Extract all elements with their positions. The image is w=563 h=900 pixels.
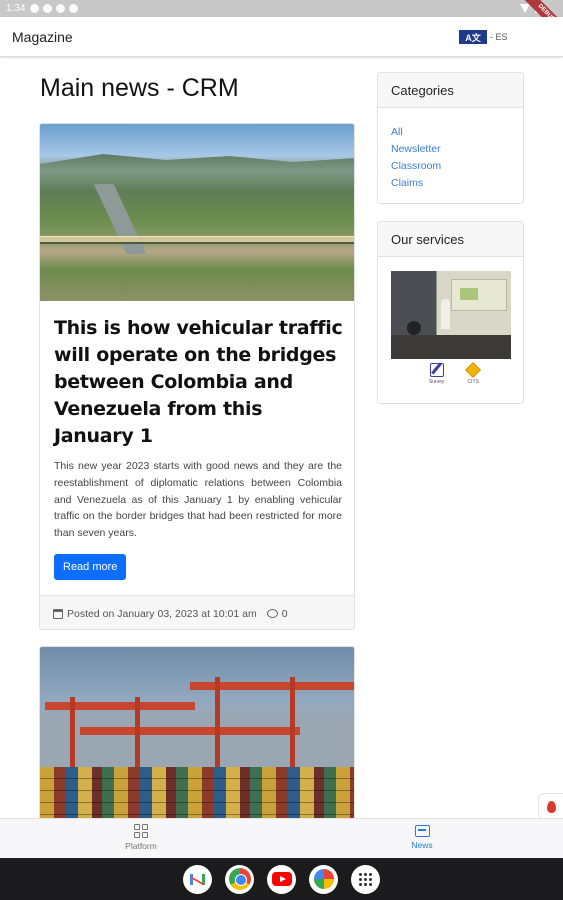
app-bar: Magazine A文 - ES xyxy=(0,17,563,57)
article-headline[interactable]: This is how vehicular traffic will opera… xyxy=(54,315,344,450)
wifi-icon xyxy=(520,3,530,13)
crane-shape xyxy=(135,697,140,772)
youtube-icon[interactable] xyxy=(267,864,296,894)
photos-icon[interactable] xyxy=(309,864,338,894)
bridge-shape xyxy=(40,236,354,244)
gmail-icon[interactable] xyxy=(183,864,212,894)
comment-count: 0 xyxy=(281,607,288,620)
notification-icons xyxy=(30,4,79,13)
fire-icon xyxy=(546,801,556,813)
desk-shape xyxy=(391,335,511,359)
platform-icon xyxy=(134,824,148,838)
page-title: Main news - CRM xyxy=(40,74,239,102)
article-image[interactable] xyxy=(40,647,354,825)
service-cits[interactable]: CITS xyxy=(465,362,482,385)
nav-label: News xyxy=(411,840,433,850)
app-screen: 1:34 DEBUG Magazine A文 - ES Main news - … xyxy=(0,0,563,900)
notification-icon xyxy=(56,4,66,13)
services-card: Our services Survey CITS xyxy=(377,221,524,404)
notification-icon xyxy=(30,4,40,13)
service-label: CITS xyxy=(467,379,479,385)
bottom-navigation: Platform News xyxy=(0,818,563,858)
category-link-all[interactable]: All xyxy=(391,124,523,141)
mountains-shape xyxy=(40,154,354,172)
article-card xyxy=(39,646,355,826)
category-link-classroom[interactable]: Classroom xyxy=(391,158,523,175)
services-title: Our services xyxy=(378,222,523,257)
status-time: 1:34 xyxy=(6,3,26,14)
services-icons: Survey CITS xyxy=(378,362,523,385)
nav-label: Platform xyxy=(125,841,157,851)
comment-icon[interactable] xyxy=(266,609,278,618)
categories-card: Categories All Newsletter Classroom Clai… xyxy=(377,72,524,204)
crane-shape xyxy=(290,677,295,772)
service-survey[interactable]: Survey xyxy=(428,363,445,385)
category-link-claims[interactable]: Claims xyxy=(391,175,523,192)
crane-shape xyxy=(80,727,300,735)
categories-title: Categories xyxy=(378,73,523,108)
categories-list: All Newsletter Classroom Claims xyxy=(378,108,523,192)
status-bar: 1:34 xyxy=(0,0,563,17)
nav-item-news[interactable]: News xyxy=(392,824,452,850)
crane-shape xyxy=(70,697,75,772)
language-code: - ES xyxy=(490,32,508,42)
language-flag-icon: A文 xyxy=(459,30,487,44)
article-card: This is how vehicular traffic will opera… xyxy=(39,123,355,630)
notification-icon xyxy=(69,4,79,13)
app-drawer-icon[interactable] xyxy=(351,864,380,894)
projector-screen-shape xyxy=(451,279,507,311)
crane-shape xyxy=(215,677,220,772)
article-footer: Posted on January 03, 2023 at 10:01 am 0 xyxy=(40,595,354,629)
article-excerpt: This new year 2023 starts with good news… xyxy=(54,460,342,540)
floating-action-button[interactable] xyxy=(538,793,563,821)
category-link-newsletter[interactable]: Newsletter xyxy=(391,141,523,158)
calendar-icon xyxy=(53,608,63,619)
box-icon xyxy=(465,362,482,378)
news-icon xyxy=(414,825,430,837)
services-image[interactable] xyxy=(391,271,511,359)
read-more-button[interactable]: Read more xyxy=(54,554,127,580)
service-label: Survey xyxy=(428,379,445,385)
article-image[interactable] xyxy=(40,124,354,301)
chrome-icon[interactable] xyxy=(225,864,254,894)
crane-shape xyxy=(45,702,195,710)
app-title: Magazine xyxy=(12,29,73,45)
nav-item-platform[interactable]: Platform xyxy=(111,824,171,851)
presenter-shape xyxy=(441,299,450,329)
notification-icon xyxy=(43,4,53,13)
posted-date: Posted on January 03, 2023 at 10:01 am xyxy=(67,607,257,620)
person-shape xyxy=(407,321,421,335)
language-selector[interactable]: A文 - ES xyxy=(459,30,508,44)
system-dock xyxy=(0,858,563,900)
survey-icon xyxy=(429,363,444,377)
